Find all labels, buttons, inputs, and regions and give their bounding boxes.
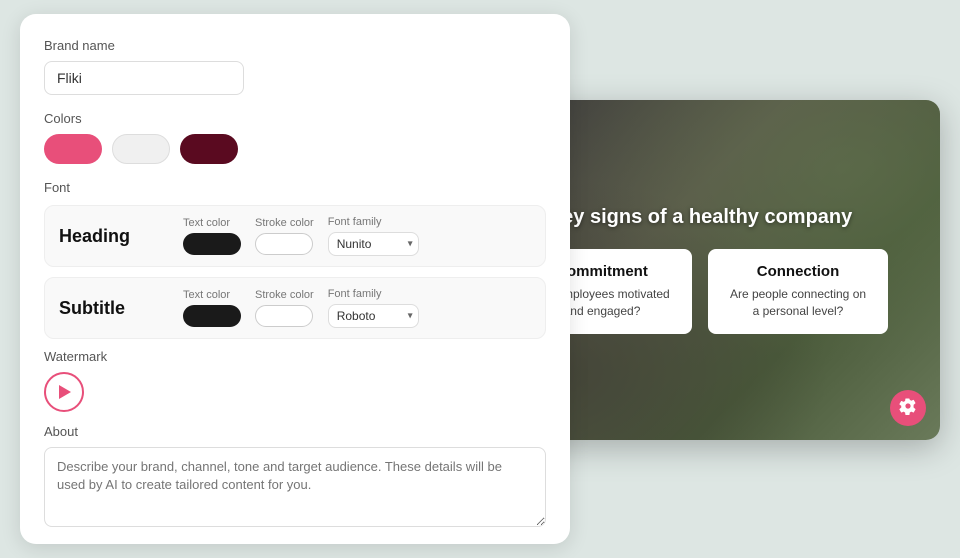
preview-title: Key signs of a healthy company — [528, 206, 873, 229]
heading-stroke-color-label: Stroke color — [255, 217, 314, 229]
play-icon — [59, 385, 71, 399]
about-textarea[interactable] — [44, 447, 546, 527]
connection-body: Are people connecting on a personal leve… — [728, 286, 868, 320]
font-label: Font — [44, 180, 546, 195]
preview-watermark — [890, 390, 926, 426]
subtitle-font-row: Subtitle Text color Stroke color Font fa… — [44, 277, 546, 339]
gear-icon — [899, 397, 917, 420]
watermark-icon[interactable] — [44, 372, 84, 412]
heading-preview: Heading — [59, 226, 169, 247]
subtitle-preview: Subtitle — [59, 298, 169, 319]
heading-font-family-label: Font family — [328, 216, 382, 228]
subtitle-stroke-color-label: Stroke color — [255, 289, 314, 301]
preview-card-connection: Connection Are people connecting on a pe… — [708, 249, 888, 334]
color-swatch-dark-red[interactable] — [180, 134, 238, 164]
colors-row — [44, 134, 546, 164]
subtitle-text-color-group: Text color — [183, 289, 241, 327]
color-swatch-pink[interactable] — [44, 134, 102, 164]
brand-panel: Brand name Colors Font Heading Text colo… — [20, 14, 570, 544]
heading-text-color-swatch[interactable] — [183, 233, 241, 255]
heading-text-color-label: Text color — [183, 217, 230, 229]
heading-text-color-group: Text color — [183, 217, 241, 255]
subtitle-font-select-wrapper: Roboto Nunito Open Sans Lato — [328, 304, 419, 328]
subtitle-stroke-color-group: Stroke color — [255, 289, 314, 327]
watermark-label: Watermark — [44, 349, 546, 364]
subtitle-font-select[interactable]: Roboto Nunito Open Sans Lato — [328, 304, 419, 328]
subtitle-text-color-label: Text color — [183, 289, 230, 301]
brand-name-label: Brand name — [44, 38, 546, 53]
about-section: About — [44, 424, 546, 532]
subtitle-text-color-swatch[interactable] — [183, 305, 241, 327]
heading-font-family-group: Font family Nunito Roboto Open Sans Lato — [328, 216, 419, 256]
color-swatch-white[interactable] — [112, 134, 170, 164]
watermark-section: Watermark — [44, 349, 546, 412]
heading-font-select[interactable]: Nunito Roboto Open Sans Lato — [328, 232, 419, 256]
brand-name-input[interactable] — [44, 61, 244, 95]
heading-font-row: Heading Text color Stroke color Font fam… — [44, 205, 546, 267]
subtitle-stroke-color-swatch[interactable] — [255, 305, 313, 327]
heading-stroke-color-swatch[interactable] — [255, 233, 313, 255]
subtitle-font-family-group: Font family Roboto Nunito Open Sans Lato — [328, 288, 419, 328]
colors-label: Colors — [44, 111, 546, 126]
subtitle-font-family-label: Font family — [328, 288, 382, 300]
connection-heading: Connection — [728, 263, 868, 280]
heading-stroke-color-group: Stroke color — [255, 217, 314, 255]
about-label: About — [44, 424, 546, 439]
heading-font-select-wrapper: Nunito Roboto Open Sans Lato — [328, 232, 419, 256]
